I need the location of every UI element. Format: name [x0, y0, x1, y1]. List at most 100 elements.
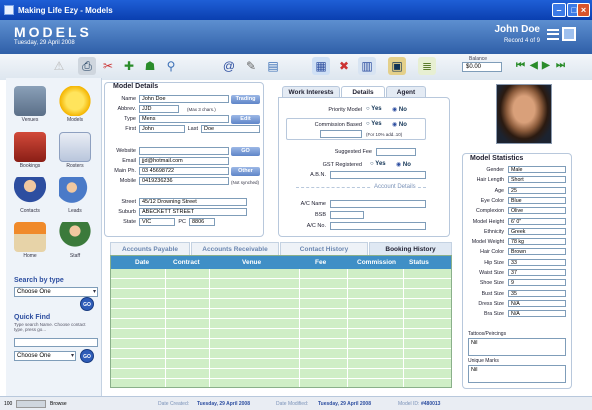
table-row[interactable]: [111, 379, 451, 389]
tab-booking-history[interactable]: Booking History: [369, 242, 452, 255]
priority-yes-radio[interactable]: ○ Yes: [366, 106, 382, 112]
trading-button[interactable]: Trading: [231, 95, 260, 104]
email-icon[interactable]: @: [220, 57, 238, 75]
table-row[interactable]: [111, 359, 451, 369]
zoom-controls[interactable]: [16, 400, 46, 408]
table-row[interactable]: [111, 339, 451, 349]
search-go-button[interactable]: GO: [80, 297, 94, 311]
search-icon[interactable]: ⚲: [162, 57, 180, 75]
stat-field[interactable]: Greek: [508, 227, 566, 235]
prev-record-icon[interactable]: ◀: [530, 60, 538, 71]
email-field[interactable]: jjd@hotmail.com: [139, 157, 229, 165]
suggested-fee-field[interactable]: [376, 148, 416, 156]
table-row[interactable]: [111, 369, 451, 379]
stat-field[interactable]: 37: [508, 269, 566, 276]
stat-field[interactable]: 78 kg: [508, 238, 566, 246]
table-row[interactable]: [111, 279, 451, 289]
col-fee[interactable]: Fee: [315, 259, 326, 266]
nav-home[interactable]: Home: [10, 220, 50, 263]
table-row[interactable]: [111, 319, 451, 329]
tools-icon[interactable]: ✎: [242, 57, 260, 75]
table-row[interactable]: [111, 309, 451, 319]
first-record-icon[interactable]: ⏮: [516, 60, 525, 71]
group-icon[interactable]: ☗: [141, 57, 159, 75]
edit-button[interactable]: Edit: [231, 115, 260, 124]
print-icon[interactable]: ⎙: [78, 57, 96, 75]
postcode-field[interactable]: 8806: [189, 218, 215, 226]
mobile-field[interactable]: 0419236236: [139, 177, 229, 185]
stat-field[interactable]: 6' 0": [508, 217, 566, 225]
nav-models[interactable]: Models: [55, 84, 95, 127]
stat-field[interactable]: 35: [508, 289, 566, 297]
nav-venues[interactable]: Venues: [10, 84, 50, 127]
nav-staff[interactable]: Staff: [55, 220, 95, 263]
stat-field[interactable]: Short: [508, 176, 566, 184]
table-row[interactable]: [111, 269, 451, 279]
model-photo[interactable]: [496, 84, 552, 144]
col-contract[interactable]: Contract: [173, 259, 200, 266]
street-field[interactable]: 45/12 Drowning Street: [139, 198, 247, 206]
minimize-button[interactable]: –: [552, 3, 566, 17]
tab-details[interactable]: Details: [341, 86, 385, 97]
close-button[interactable]: ×: [577, 3, 590, 17]
last-record-icon[interactable]: ⏭: [556, 60, 565, 71]
commission-field[interactable]: [320, 130, 362, 138]
last-name-field[interactable]: Doe: [201, 125, 260, 133]
tab-work-interests[interactable]: Work Interests: [282, 86, 340, 97]
priority-no-radio[interactable]: ◉ No: [392, 106, 407, 113]
mode-indicator[interactable]: Browse: [50, 401, 67, 407]
calendar-icon[interactable]: ▦: [312, 57, 330, 75]
menu-icon[interactable]: [547, 29, 559, 40]
stat-field[interactable]: 25: [508, 186, 566, 194]
image-icon[interactable]: ▣: [388, 57, 406, 75]
balance-field[interactable]: $0.00: [462, 62, 502, 72]
stat-field[interactable]: N/A: [508, 299, 566, 307]
gst-no-radio[interactable]: ◉ No: [396, 161, 411, 168]
warning-icon[interactable]: ⚠: [50, 57, 68, 75]
first-name-field[interactable]: John: [139, 125, 185, 133]
window-toggle-icon[interactable]: [562, 27, 576, 41]
add-person-icon[interactable]: ✚: [120, 57, 138, 75]
stat-field[interactable]: Male: [508, 166, 566, 173]
stat-field[interactable]: Olive: [508, 207, 566, 215]
stat-field[interactable]: N/A: [508, 310, 566, 318]
main-phone-field[interactable]: 03 45698722: [139, 167, 229, 175]
acno-field[interactable]: [330, 222, 426, 230]
tab-accounts-receivable[interactable]: Accounts Receivable: [191, 242, 279, 255]
notes-icon[interactable]: ≣: [418, 57, 436, 75]
delete-calendar-icon[interactable]: ✖: [335, 57, 353, 75]
type-select[interactable]: Mens: [139, 115, 229, 123]
bsb-field[interactable]: [330, 211, 364, 219]
table-row[interactable]: [111, 349, 451, 359]
tab-contact-history[interactable]: Contact History: [280, 242, 368, 255]
stat-field[interactable]: 33: [508, 258, 566, 266]
zoom-level[interactable]: 100: [4, 401, 12, 407]
next-record-icon[interactable]: ▶: [542, 60, 550, 71]
search-type-select[interactable]: Choose One: [14, 287, 98, 297]
suburb-field[interactable]: ABECKETT STREET: [139, 208, 247, 216]
commission-yes-radio[interactable]: ○ Yes: [366, 121, 382, 127]
state-select[interactable]: VIC: [139, 218, 175, 226]
abbrev-field[interactable]: JJD: [139, 105, 179, 113]
quickfind-go-button[interactable]: GO: [80, 349, 94, 363]
tattoos-field[interactable]: Nil: [468, 338, 566, 356]
col-date[interactable]: Date: [135, 259, 149, 266]
book-icon[interactable]: ▤: [264, 57, 282, 75]
nav-leads[interactable]: Leads: [55, 175, 95, 218]
document-icon[interactable]: ▥: [358, 57, 376, 75]
remove-person-icon[interactable]: ✂: [99, 57, 117, 75]
col-venue[interactable]: Venue: [242, 259, 261, 266]
quickfind-type-select[interactable]: Choose One: [14, 351, 76, 361]
col-status[interactable]: Status: [409, 259, 429, 266]
website-go-button[interactable]: GO: [231, 147, 260, 156]
gst-yes-radio[interactable]: ○ Yes: [370, 161, 386, 167]
other-phone-button[interactable]: Other: [231, 167, 260, 176]
tab-agent[interactable]: Agent: [386, 86, 426, 97]
stat-field[interactable]: Brown: [508, 248, 566, 256]
col-commission[interactable]: Commission: [357, 259, 396, 266]
table-row[interactable]: [111, 329, 451, 339]
commission-no-radio[interactable]: ◉ No: [392, 121, 407, 128]
nav-bookings[interactable]: Bookings: [10, 130, 50, 173]
table-row[interactable]: [111, 289, 451, 299]
name-field[interactable]: John Doe: [139, 95, 229, 103]
